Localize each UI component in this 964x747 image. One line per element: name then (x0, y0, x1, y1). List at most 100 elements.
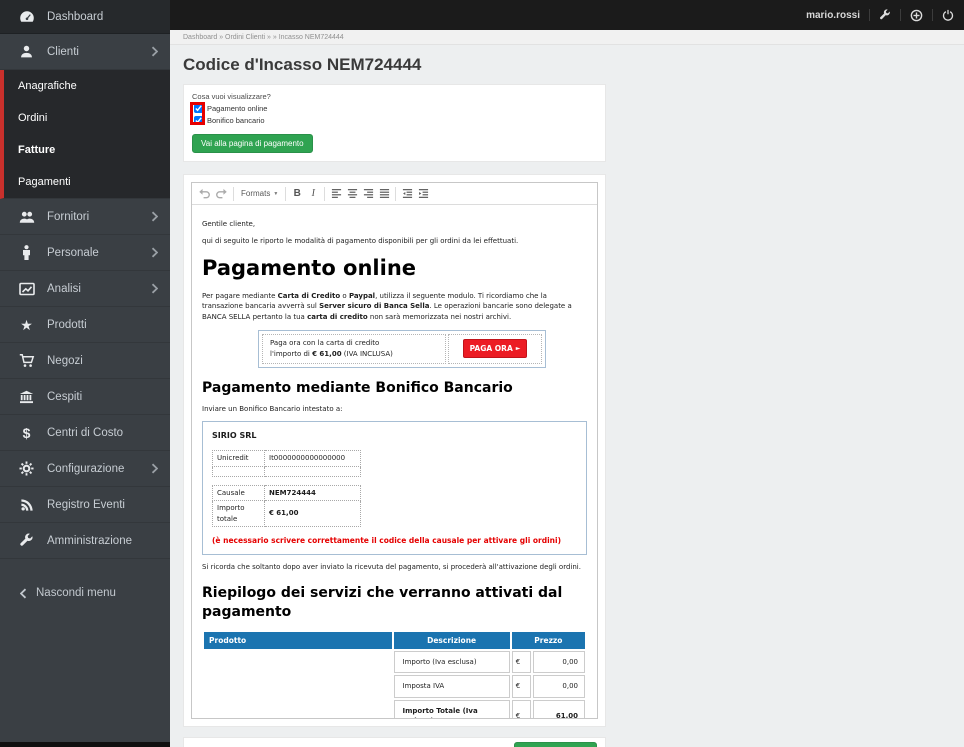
dollar-icon: $ (22, 424, 31, 441)
sidebar-item-clienti[interactable]: Clienti (0, 34, 170, 70)
sidebar-item-negozi[interactable]: Negozi (0, 343, 170, 379)
arrow-right-icon: ► (515, 345, 521, 353)
editor-toolbar: Formats ▼ B I (192, 183, 597, 205)
descrizione-cell: Importo Totale (Iva Inclusa) (393, 699, 510, 718)
chevron-right-icon (151, 46, 158, 57)
sidebar-item-configurazione[interactable]: Configurazione (0, 451, 170, 487)
gauge-icon (18, 10, 35, 23)
chevron-right-icon (151, 247, 158, 258)
heading-bonifico: Pagamento mediante Bonifico Bancario (202, 379, 513, 396)
table-row: Imposta IVA € 0,00 (204, 675, 585, 698)
gear-icon (18, 461, 35, 476)
descrizione-cell: Importo (Iva esclusa) (393, 650, 510, 674)
sidebar-item-label: Pagamenti (18, 176, 71, 188)
bank-icon (18, 390, 35, 404)
collapse-menu-label: Nascondi menu (36, 587, 116, 599)
prodotto-cell (204, 675, 392, 698)
bold-button[interactable]: B (289, 186, 305, 202)
outdent-icon[interactable] (399, 186, 415, 202)
star-icon: ★ (20, 316, 33, 333)
descrizione-cell: Imposta IVA (393, 675, 510, 698)
align-left-icon[interactable] (328, 186, 344, 202)
sidebar: Dashboard Clienti Anagrafiche Ordini Fat… (0, 0, 170, 742)
option-pagamento-online[interactable]: Pagamento online (192, 103, 342, 114)
company-name: SIRIO SRL (212, 431, 257, 441)
sidebar-item-label: Negozi (47, 354, 83, 367)
table-header-row: Prodotto Descrizione Prezzo (204, 631, 585, 649)
currency-cell: € (511, 699, 531, 718)
sidebar-item-fatture[interactable]: Fatture (4, 134, 170, 166)
prezzo-cell: 0,00 (532, 675, 585, 698)
chevron-right-icon (151, 283, 158, 294)
page-title: Codice d'Incasso NEM724444 (183, 55, 422, 74)
iban-value: It0000000000000000 (264, 450, 361, 467)
wrench-icon (18, 533, 35, 548)
wrench-icon[interactable] (879, 9, 891, 21)
sidebar-item-anagrafiche[interactable]: Anagrafiche (4, 70, 170, 102)
prezzo-cell: 0,00 (532, 650, 585, 674)
pay-now-box: Paga ora con la carta di credito l'impor… (258, 330, 546, 368)
sidebar-item-registro-eventi[interactable]: Registro Eventi (0, 487, 170, 523)
editor-content[interactable]: Gentile cliente, qui di seguito le ripor… (192, 205, 597, 718)
send-panel: Invia tramite email (183, 737, 606, 747)
username[interactable]: mario.rossi (806, 10, 860, 21)
sidebar-item-label: Ordini (18, 112, 48, 124)
redo-button[interactable] (213, 186, 230, 202)
users-icon (18, 210, 35, 224)
circle-plus-icon[interactable] (910, 9, 923, 22)
sidebar-item-ordini[interactable]: Ordini (4, 102, 170, 134)
topbar: mario.rossi (170, 0, 964, 30)
chevron-right-icon (151, 463, 158, 474)
sidebar-item-label: Prodotti (47, 318, 87, 331)
sidebar-item-label: Registro Eventi (47, 498, 125, 511)
greeting-text: Gentile cliente, (202, 220, 256, 228)
prodotto-cell (204, 651, 392, 674)
sidebar-item-centri-di-costo[interactable]: $ Centri di Costo (0, 415, 170, 451)
sidebar-item-label: Analisi (47, 282, 81, 295)
go-to-payment-button[interactable]: Vai alla pagina di pagamento (192, 134, 313, 153)
sidebar-item-pagamenti[interactable]: Pagamenti (4, 166, 170, 198)
chevron-down-icon: ▼ (273, 190, 279, 197)
indent-icon[interactable] (415, 186, 431, 202)
divider (932, 9, 933, 21)
sidebar-item-label: Centri di Costo (47, 426, 124, 439)
divider (869, 9, 870, 21)
send-email-button[interactable]: Invia tramite email (514, 742, 597, 747)
divider (324, 186, 326, 201)
sidebar-item-cespiti[interactable]: Cespiti (0, 379, 170, 415)
sidebar-item-analisi[interactable]: Analisi (0, 271, 170, 307)
pay-button-cell: PAGA ORA ► (448, 334, 542, 364)
undo-button[interactable] (196, 186, 213, 202)
sidebar-item-amministrazione[interactable]: Amministrazione (0, 523, 170, 559)
user-icon (18, 44, 35, 59)
collapse-menu-button[interactable]: Nascondi menu (0, 575, 170, 611)
paga-ora-button[interactable]: PAGA ORA ► (462, 339, 528, 359)
sidebar-item-fornitori[interactable]: Fornitori (0, 199, 170, 235)
table-row (212, 465, 361, 477)
formats-label: Formats (241, 189, 271, 198)
bonifico-bancario-checkbox[interactable] (194, 116, 203, 125)
formats-dropdown[interactable]: Formats ▼ (237, 186, 282, 202)
prodotto-cell (204, 700, 392, 718)
filters-panel: Cosa vuoi visualizzare? Pagamento online… (183, 84, 606, 162)
reminder-text: Si ricorda che soltanto dopo aver inviat… (202, 563, 581, 572)
heading-riepilogo: Riepilogo dei servizi che verranno attiv… (202, 584, 563, 620)
breadcrumb[interactable]: Dashboard » Ordini Clienti » » Incasso N… (170, 30, 964, 45)
align-right-icon[interactable] (360, 186, 376, 202)
bank-label: Unicredit (212, 450, 265, 467)
sidebar-item-dashboard[interactable]: Dashboard (0, 0, 170, 34)
column-header-descrizione: Descrizione (393, 631, 510, 649)
sidebar-item-prodotti[interactable]: ★ Prodotti (0, 307, 170, 343)
empty-cell (212, 465, 265, 477)
chevron-left-icon (18, 588, 28, 599)
riepilogo-table: Prodotto Descrizione Prezzo Importo (Iva… (202, 630, 587, 718)
power-icon[interactable] (942, 9, 954, 21)
pagamento-online-checkbox[interactable] (194, 104, 203, 113)
table-row: Importo totale € 61,00 (212, 500, 361, 528)
justify-icon[interactable] (376, 186, 392, 202)
sidebar-item-personale[interactable]: Personale (0, 235, 170, 271)
align-center-icon[interactable] (344, 186, 360, 202)
italic-button[interactable]: I (305, 186, 321, 202)
option-bonifico-bancario[interactable]: Bonifico bancario (192, 115, 342, 126)
currency-cell: € (511, 650, 531, 674)
